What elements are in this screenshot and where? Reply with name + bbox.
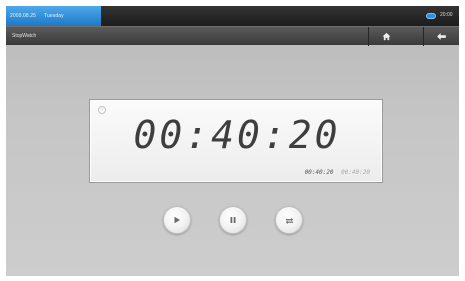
page-title: StopWatch — [12, 33, 37, 39]
lap-current-time: 00:40:20 — [304, 169, 334, 176]
clock-text: 20:00 — [440, 12, 453, 18]
reset-button[interactable] — [275, 206, 303, 234]
back-button[interactable] — [423, 27, 459, 46]
lap-previous-time: 00:40:20 — [341, 169, 370, 176]
play-button[interactable] — [163, 206, 191, 234]
pause-icon — [230, 217, 236, 223]
stopwatch-display: i 00:40:20 00:40:20 00:40:20 — [89, 99, 383, 183]
play-icon — [174, 216, 180, 224]
back-arrow-icon — [437, 33, 446, 40]
main-time: 00:40:20 — [133, 113, 341, 157]
pause-button[interactable] — [219, 206, 247, 234]
home-button[interactable] — [368, 27, 404, 46]
date-tab: 2009.08.25 Tuesday — [6, 6, 101, 26]
screen: 2009.08.25 Tuesday 20:00 StopWatch i 00:… — [6, 6, 459, 276]
lap-times: 00:40:20 00:40:20 — [305, 169, 370, 176]
weekday-text: Tuesday — [44, 13, 64, 19]
home-icon — [382, 32, 391, 41]
battery-icon — [426, 13, 436, 19]
status-bar: 2009.08.25 Tuesday 20:00 — [6, 6, 459, 26]
reset-icon — [285, 217, 293, 224]
date-text: 2009.08.25 — [10, 13, 37, 19]
title-bar: StopWatch — [6, 26, 459, 46]
